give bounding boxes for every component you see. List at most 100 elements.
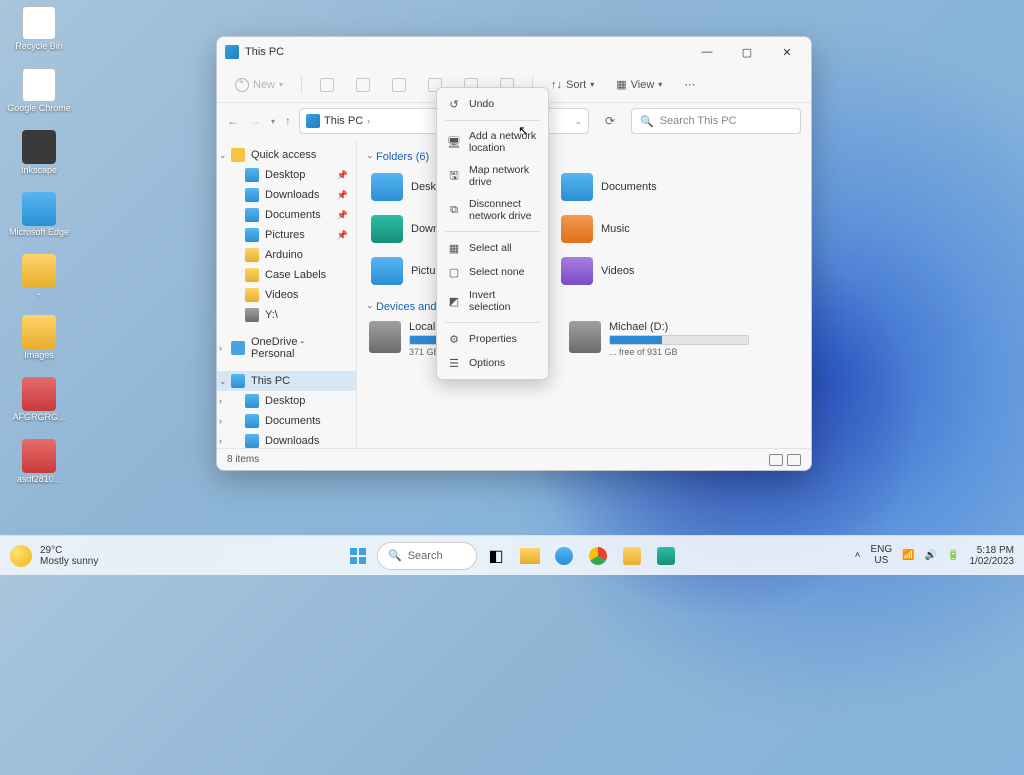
- back-button[interactable]: ←: [227, 114, 239, 128]
- clock[interactable]: 5:18 PM 1/02/2023: [970, 545, 1015, 567]
- task-view-button[interactable]: ◧: [481, 541, 511, 571]
- explorer-taskbar-icon[interactable]: [515, 541, 545, 571]
- sort-button[interactable]: ↑↓ Sort ▾: [543, 75, 602, 95]
- content-area[interactable]: ›Folders (6)DesktopDocumentsDownloadsMus…: [357, 139, 811, 448]
- sidebar-item[interactable]: ›OneDrive - Personal: [217, 333, 356, 363]
- sidebar-item[interactable]: Desktop📌: [217, 165, 356, 185]
- new-button[interactable]: New ▾: [227, 74, 291, 96]
- folder-tile[interactable]: Music: [559, 213, 729, 245]
- volume-icon[interactable]: 🔊: [925, 550, 937, 561]
- sort-icon: ↑↓: [551, 79, 562, 91]
- sidebar-item[interactable]: Y:\: [217, 305, 356, 325]
- menu-item-icon: 🖫: [447, 169, 461, 183]
- desktop-icon[interactable]: asdf2810...: [4, 437, 74, 487]
- folder-tile[interactable]: Documents: [559, 171, 729, 203]
- recent-button[interactable]: ▾: [271, 117, 275, 126]
- folder-icon: [371, 173, 403, 201]
- sidebar-item[interactable]: ›Documents: [217, 411, 356, 431]
- sidebar-item[interactable]: ›Desktop: [217, 391, 356, 411]
- sidebar-item-label: Case Labels: [265, 269, 326, 281]
- minimize-button[interactable]: ―: [687, 38, 727, 66]
- menu-item-label: Invert selection: [469, 289, 538, 313]
- context-menu-item[interactable]: ▢Select none: [437, 260, 548, 284]
- app2-taskbar-icon[interactable]: [651, 541, 681, 571]
- desktop-icon[interactable]: Recycle Bin: [4, 4, 74, 54]
- context-menu-item[interactable]: ↺Undo: [437, 92, 548, 116]
- refresh-button[interactable]: ⟳: [597, 108, 623, 134]
- dropdown-icon[interactable]: ⌄: [574, 116, 582, 127]
- menu-item-icon: ◩: [447, 294, 461, 308]
- context-menu-item[interactable]: ◩ Invert selection: [437, 284, 548, 318]
- taskbar-search[interactable]: 🔍 Search: [377, 542, 477, 570]
- cut-button[interactable]: [312, 74, 342, 96]
- desktop-icon[interactable]: AFGRGRG...: [4, 375, 74, 425]
- tray-chevron-icon[interactable]: ˄: [855, 550, 861, 561]
- drives-header[interactable]: ›Devices and drives (2): [369, 301, 799, 313]
- search-input[interactable]: 🔍 Search This PC: [631, 108, 801, 134]
- context-menu-item[interactable]: ⧉Disconnect network drive: [437, 193, 548, 227]
- folder-icon: [245, 208, 259, 222]
- sidebar-item[interactable]: Arduino: [217, 245, 356, 265]
- desktop-icon[interactable]: Inkscape: [4, 128, 74, 178]
- context-menu-item[interactable]: ⚙Properties: [437, 327, 548, 351]
- drive-icon: [369, 321, 401, 353]
- edge-taskbar-icon[interactable]: [549, 541, 579, 571]
- forward-button[interactable]: →: [249, 114, 261, 128]
- close-button[interactable]: ✕: [767, 38, 807, 66]
- thispc-icon: [306, 114, 320, 128]
- breadcrumb[interactable]: This PC: [324, 115, 363, 127]
- app-taskbar-icon[interactable]: [617, 541, 647, 571]
- capacity-bar: [609, 335, 749, 345]
- folder-tile[interactable]: Videos: [559, 255, 729, 287]
- chevron-icon: ›: [219, 416, 222, 426]
- sidebar-item[interactable]: Documents📌: [217, 205, 356, 225]
- menu-item-label: Select all: [469, 242, 512, 254]
- sidebar-item[interactable]: Pictures📌: [217, 225, 356, 245]
- titlebar[interactable]: This PC ― ▢ ✕: [217, 37, 811, 67]
- sidebar-item[interactable]: ⌄Quick access: [217, 145, 356, 165]
- chrome-taskbar-icon[interactable]: [583, 541, 613, 571]
- sidebar-item-label: Y:\: [265, 309, 278, 321]
- copy-button[interactable]: [348, 74, 378, 96]
- sidebar-item[interactable]: ›Downloads: [217, 431, 356, 448]
- context-menu-item[interactable]: ☰Options: [437, 351, 548, 375]
- menu-item-label: Options: [469, 357, 505, 369]
- desktop-icon[interactable]: Google Chrome: [4, 66, 74, 116]
- paste-button[interactable]: [384, 74, 414, 96]
- context-menu-item[interactable]: ▦Select all: [437, 236, 548, 260]
- app-icon: [22, 315, 56, 349]
- desktop-icon[interactable]: Microsoft Edge: [4, 190, 74, 240]
- desktop-icon[interactable]: Images: [4, 313, 74, 363]
- sidebar-item[interactable]: Videos: [217, 285, 356, 305]
- folder-icon: [245, 288, 259, 302]
- language-indicator[interactable]: ENG US: [870, 545, 892, 566]
- desktop-icon[interactable]: -: [4, 252, 74, 302]
- drive-tile[interactable]: Michael (D:)... free of 931 GB: [569, 321, 749, 357]
- more-button[interactable]: ⋯: [676, 74, 703, 95]
- wifi-icon[interactable]: 📶: [902, 550, 914, 561]
- up-button[interactable]: ↑: [285, 114, 291, 128]
- app-icon: [22, 377, 56, 411]
- sidebar-item[interactable]: ⌄This PC: [217, 371, 356, 391]
- chevron-icon: ›: [219, 396, 222, 406]
- view-button[interactable]: ▦ View ▾: [608, 74, 670, 95]
- pin-icon: 📌: [337, 210, 348, 221]
- folders-header[interactable]: ›Folders (6): [369, 151, 799, 163]
- sidebar-item-label: Downloads: [265, 435, 319, 447]
- battery-icon[interactable]: 🔋: [947, 550, 959, 561]
- context-menu-item[interactable]: 🖫Map network drive: [437, 159, 548, 193]
- search-icon: 🔍: [388, 549, 402, 562]
- app-icon: [22, 130, 56, 164]
- chevron-down-icon: ▾: [279, 80, 283, 89]
- sidebar-item[interactable]: Case Labels: [217, 265, 356, 285]
- maximize-button[interactable]: ▢: [727, 38, 767, 66]
- tiles-view-button[interactable]: [787, 454, 801, 466]
- chevron-down-icon: ▾: [658, 80, 662, 89]
- details-view-button[interactable]: [769, 454, 783, 466]
- weather-widget[interactable]: 29°C Mostly sunny: [10, 545, 98, 567]
- paste-icon: [392, 78, 406, 92]
- start-button[interactable]: [343, 541, 373, 571]
- context-menu-item[interactable]: 🖥Add a network location: [437, 125, 548, 159]
- sidebar-item[interactable]: Downloads📌: [217, 185, 356, 205]
- sidebar-item-label: Videos: [265, 289, 298, 301]
